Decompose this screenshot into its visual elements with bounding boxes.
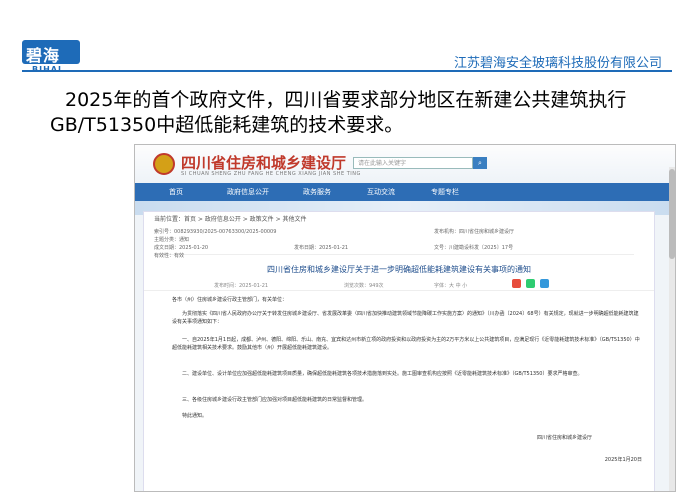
doc-meta: 索引号：008293930/2025-00763300/2025-00009 主… <box>154 226 634 259</box>
doc-title: 四川省住房和城乡建设厅关于进一步明确超低能耗建筑建设有关事项的通知 <box>267 265 531 274</box>
header-divider <box>22 70 672 72</box>
article-panel: 当前位置：首页 > 政府信息公开 > 政策文件 > 其他文件 索引号：00829… <box>143 211 655 491</box>
logo-text: 碧海 <box>26 46 61 65</box>
meta-category: 主题分类：通知 <box>154 237 190 243</box>
nav-home[interactable]: 首页 <box>169 183 183 201</box>
meta-written-date: 成文日期：2025-01-20 <box>154 245 209 251</box>
search-icon: ⌕ <box>478 159 482 167</box>
doc-paragraph-4: 三、各级住房城乡建设行政主管部门应加强对项目超低能耗建筑的日常监督和管理。 <box>182 397 368 403</box>
doc-views: 浏览次数：949次 <box>344 283 384 289</box>
site-nav: 首页 政府信息公开 政务服务 互动交流 专题专栏 <box>135 183 675 201</box>
meta-doc-number: 文号：川建勘设科发〔2025〕17号 <box>434 245 514 251</box>
search-input[interactable]: 请在此输入关键字 <box>353 157 473 169</box>
breadcrumb: 当前位置：首页 > 政府信息公开 > 政策文件 > 其他文件 <box>154 216 307 223</box>
site-header: 四川省住房和城乡建设厅 SI CHUAN SHENG ZHU FANG HE C… <box>135 145 675 183</box>
search-button[interactable]: ⌕ <box>473 157 487 169</box>
doc-paragraph-2: 一、自2025年1月1日起，成都、泸州、德阳、绵阳、乐山、南充、宜宾和达州市新立… <box>172 337 640 351</box>
slide-caption-text: 2025年的首个政府文件，四川省要求部分地区在新建公共建筑执行GB/T51350… <box>50 89 627 136</box>
share-weibo-icon[interactable] <box>512 279 521 288</box>
company-name: 江苏碧海安全玻璃科技股份有限公司 <box>453 56 662 71</box>
share-wechat-icon[interactable] <box>526 279 535 288</box>
site-pinyin: SI CHUAN SHENG ZHU FANG HE CHENG XIANG J… <box>181 171 361 177</box>
doc-paragraph-5: 特此通知。 <box>182 413 208 419</box>
meta-validity: 有效性：有效 <box>154 253 185 259</box>
site-title: 四川省住房和城乡建设厅 <box>181 154 347 172</box>
doc-signature: 四川省住房和城乡建设厅 <box>536 435 592 441</box>
meta-issuer: 发布机构：四川省住房和城乡建设厅 <box>434 229 515 235</box>
doc-paragraph-3: 二、建设单位、设计单位应加强超低能耗建筑项目质量，确保超低能耗建筑各项技术措施落… <box>182 371 583 377</box>
font-size-control[interactable]: 字体：大 中 小 <box>434 282 467 289</box>
nav-services[interactable]: 政务服务 <box>303 183 331 201</box>
nav-gov-info[interactable]: 政府信息公开 <box>227 183 269 201</box>
website-screenshot: 四川省住房和城乡建设厅 SI CHUAN SHENG ZHU FANG HE C… <box>134 144 676 492</box>
nav-interaction[interactable]: 互动交流 <box>367 183 395 201</box>
doc-date: 发布时间：2025-01-21 <box>214 283 269 289</box>
emblem-icon <box>153 153 175 175</box>
doc-salutation: 各市（州）住房城乡建设行政主管部门，有关单位： <box>172 297 288 303</box>
share-qq-icon[interactable] <box>540 279 549 288</box>
nav-topics[interactable]: 专题专栏 <box>431 183 459 201</box>
scrollbar-thumb[interactable] <box>669 169 675 259</box>
doc-paragraph-1: 为贯彻落实《四川省人民政府办公厅关于转发住房城乡建设厅、省发展改革委〈四川省加快… <box>172 311 639 325</box>
slide-caption: 2025年的首个政府文件，四川省要求部分地区在新建公共建筑执行GB/T51350… <box>50 88 670 138</box>
meta-publish-date: 发布日期：2025-01-21 <box>294 245 349 251</box>
meta-index: 索引号：008293930/2025-00763300/2025-00009 <box>154 229 277 235</box>
doc-subbar: 发布时间：2025-01-21 浏览次数：949次 字体：大 中 小 <box>144 278 654 291</box>
doc-sign-date: 2025年1月20日 <box>604 457 642 463</box>
slide-header: 碧海 BIHAI 江苏碧海安全玻璃科技股份有限公司 <box>0 0 700 76</box>
